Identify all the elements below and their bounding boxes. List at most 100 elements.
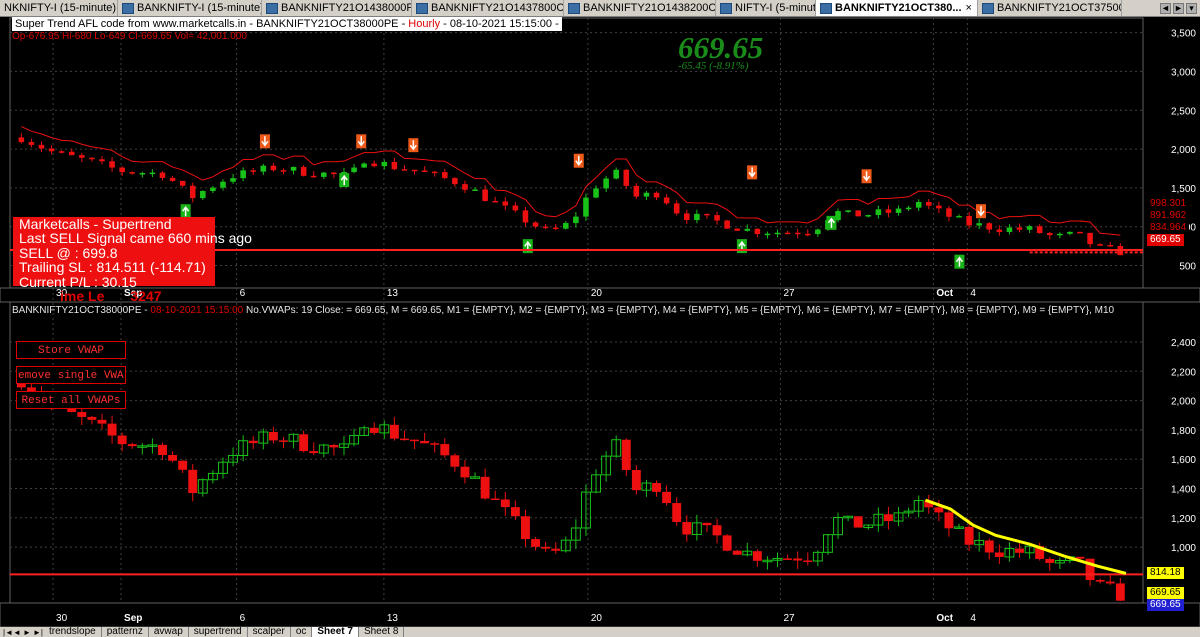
candle-body — [653, 192, 660, 198]
chart-tab-2[interactable]: BANKNIFTY21O1438000PE ... — [262, 0, 412, 16]
candle-body — [774, 232, 781, 235]
candle-body — [641, 482, 652, 491]
candle-body — [97, 419, 107, 424]
candle-body — [762, 559, 773, 563]
candle-body — [280, 170, 287, 172]
chart-tab-label: BANKNIFTY21OCT380... — [835, 2, 962, 14]
chart-tab-0[interactable]: NKNIFTY-I (15-minute) — [0, 0, 118, 16]
chart-tab-4[interactable]: BANKNIFTY21O1438200CE ... — [564, 0, 716, 16]
sheet-tab-4[interactable]: scalper — [248, 627, 291, 637]
candle-body — [230, 178, 236, 182]
candle-body — [1004, 548, 1015, 558]
candle-body — [652, 483, 661, 492]
sell-arrow-icon — [975, 204, 986, 219]
candle-body — [633, 185, 640, 197]
chart-tab-1[interactable]: BANKNIFTY-I (15-minute) — [118, 0, 262, 16]
sheet-tab-7[interactable]: Sheet 8 — [359, 627, 405, 637]
candle-body — [976, 223, 982, 226]
tab-scroll[interactable]: ◄ ► ▾ — [1157, 0, 1200, 16]
chart-tab-label: NKNIFTY-I (15-minute) — [4, 2, 117, 14]
candle-body — [472, 189, 478, 191]
sheet-tab-3[interactable]: supertrend — [189, 627, 248, 637]
y-tick-label: 3,500 — [1171, 29, 1196, 40]
chart-tab-label: BANKNIFTY-I (15-minute) — [137, 2, 262, 14]
candle-body — [510, 507, 520, 517]
candle-body — [359, 427, 370, 436]
candle-body — [480, 476, 490, 499]
price-badge: 669.65 — [1147, 234, 1184, 246]
candle-body — [87, 416, 97, 420]
candle-body — [964, 526, 974, 545]
chart-tab-6[interactable]: BANKNIFTY21OCT380... × — [816, 0, 978, 16]
chart-tab-label: BANKNIFTY21O1438200CE ... — [583, 2, 716, 14]
candle-body — [601, 455, 612, 476]
candle-body — [371, 163, 378, 167]
candle-body — [440, 444, 450, 456]
chart-tab-7[interactable]: BANKNIFTY21OCT37500CE ... — [978, 0, 1122, 16]
x-tick-label: 6 — [240, 613, 246, 624]
candle-body — [379, 424, 390, 434]
prev-sheet-icon[interactable]: ◄ — [13, 628, 21, 637]
sheet-nav[interactable]: |◄ ◄ ► ►| — [0, 628, 44, 637]
sell-arrow-icon — [861, 169, 872, 184]
store-vwap-button[interactable]: Store VWAP — [16, 341, 126, 359]
bottom-pane-frame — [9, 301, 1144, 604]
sheet-tab-2[interactable]: avwap — [149, 627, 189, 637]
chart-area[interactable]: 3030SepSep66131320202727OctOct443,5003,0… — [0, 16, 1200, 627]
x-tick-label: 13 — [387, 288, 399, 299]
y-tick-label: 500 — [1179, 262, 1196, 273]
y-tick-label: 1,000 — [1171, 543, 1196, 554]
candle-body — [531, 539, 540, 547]
reset-all-vwaps-button[interactable]: Reset all VWAPs — [16, 391, 126, 409]
remove-single-vwap-button[interactable]: emove single VWA — [16, 366, 126, 384]
candle-body — [1095, 580, 1105, 582]
y-tick-label: 2,400 — [1171, 338, 1196, 349]
candle-body — [704, 213, 710, 216]
candle-body — [714, 215, 720, 221]
first-sheet-icon[interactable]: |◄ — [3, 628, 13, 637]
x-tick-label: 27 — [783, 613, 795, 624]
candle-body — [158, 444, 167, 456]
candle-body — [300, 166, 307, 176]
candle-body — [865, 215, 872, 217]
buy-arrow-icon — [826, 215, 837, 230]
supertrend-info-box: Marketcalls - Supertrend Last SELL Signa… — [13, 217, 252, 289]
candle-body — [764, 233, 771, 236]
scroll-right-icon[interactable]: ► — [1173, 2, 1184, 14]
candle-body — [250, 170, 257, 172]
candle-body — [500, 499, 510, 508]
tab-list-icon[interactable]: ▾ — [1186, 2, 1197, 14]
candle-body — [420, 441, 430, 444]
candle-body — [684, 213, 690, 221]
sheet-tab-5[interactable]: oc — [291, 627, 313, 637]
candle-body — [994, 552, 1004, 557]
candle-body — [68, 151, 75, 156]
candle-body — [974, 539, 985, 546]
candle-body — [220, 181, 226, 188]
sheet-tab-bar: |◄ ◄ ► ►| trendslope patternz avwap supertrend… — [0, 627, 1200, 637]
chart-tab-label: BANKNIFTY21O1437800CE ... — [431, 2, 564, 14]
candle-body — [210, 187, 216, 192]
buy-arrow-icon — [339, 173, 350, 188]
price-badge: 814.18 — [1147, 567, 1184, 579]
info-line-trailing-sl: Trailing SL : 814.511 (-114.71) — [19, 259, 206, 276]
chart-tab-3[interactable]: BANKNIFTY21O1437800CE ... — [412, 0, 564, 16]
sheet-tab-6[interactable]: Sheet 7 — [312, 627, 359, 637]
sheet-tab-1[interactable]: patternz — [102, 627, 149, 637]
close-tab-icon[interactable]: × — [966, 2, 972, 14]
sheet-tab-0[interactable]: trendslope — [44, 627, 102, 637]
chart-tab-bar: NKNIFTY-I (15-minute) BANKNIFTY-I (15-min… — [0, 0, 1200, 17]
last-sheet-icon[interactable]: ►| — [33, 628, 43, 637]
candle-body — [744, 228, 751, 231]
chart-tab-5[interactable]: NIFTY-I (5-minute) — [716, 0, 816, 16]
candle-body — [946, 208, 952, 217]
candle-body — [936, 205, 942, 209]
candle-body — [885, 209, 892, 213]
next-sheet-icon[interactable]: ► — [23, 628, 31, 637]
scroll-left-icon[interactable]: ◄ — [1160, 2, 1171, 14]
candle-body — [410, 439, 420, 442]
candle-body — [400, 438, 409, 441]
overlay-text: ime Le 3247 — [60, 288, 162, 304]
x-tick-label: 30 — [56, 613, 68, 624]
candle-body — [643, 192, 650, 197]
